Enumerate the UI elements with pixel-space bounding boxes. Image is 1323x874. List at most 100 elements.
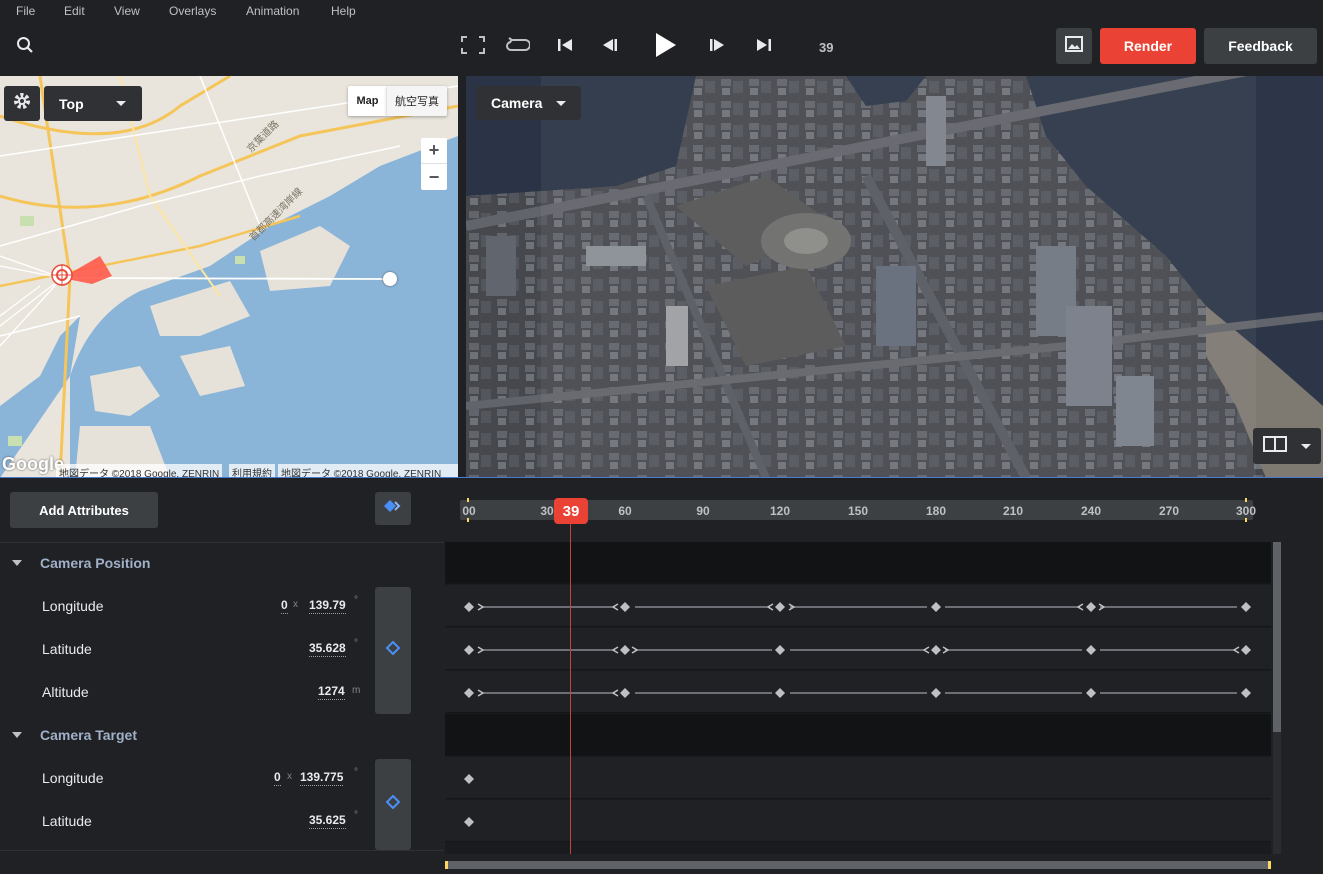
camera-view-dropdown[interactable]: Camera (476, 86, 581, 120)
add-attributes-button[interactable]: Add Attributes (10, 492, 158, 528)
tick-label: 240 (1080, 504, 1102, 518)
menu-file[interactable]: File (16, 4, 35, 18)
unit-label: ° (354, 595, 358, 606)
keyframe-tracks[interactable] (445, 542, 1271, 854)
latitude-field[interactable]: 35.628 (309, 641, 346, 657)
attribute-label: Latitude (42, 641, 92, 657)
menu-overlays[interactable]: Overlays (169, 4, 216, 18)
tick-label: 210 (1002, 504, 1024, 518)
chevron-down-icon (556, 101, 566, 106)
tick-label: 270 (1158, 504, 1180, 518)
step-forward-icon[interactable] (707, 34, 727, 56)
panel-divider[interactable] (458, 76, 466, 478)
range-end-marker[interactable] (1245, 498, 1247, 502)
search-icon[interactable] (14, 34, 36, 56)
divider (0, 850, 444, 851)
longitude-field[interactable]: 139.79 (309, 598, 346, 614)
tick-label: 180 (925, 504, 947, 518)
keyframe-nav-button[interactable] (375, 492, 411, 525)
step-back-icon[interactable] (600, 34, 620, 56)
offset-mark: x (293, 599, 298, 610)
current-frame: 39 (819, 40, 834, 55)
group-title: Camera Target (40, 727, 138, 743)
map-view-dropdown[interactable]: Top (44, 86, 142, 121)
menu-view[interactable]: View (114, 4, 140, 18)
map-attribution-right: 地図データ ©2018 Google, ZENRIN (278, 464, 458, 478)
snapshot-button[interactable] (1056, 28, 1092, 64)
unit-label: ° (354, 638, 358, 649)
camera-viewport[interactable]: Camera (466, 76, 1323, 478)
range-start-marker[interactable] (467, 498, 469, 502)
attribute-label: Latitude (42, 813, 92, 829)
tick-label: 60 (618, 504, 632, 518)
longitude-field[interactable]: 139.775 (300, 770, 344, 786)
group-camera-target[interactable]: Camera Target (0, 715, 444, 755)
menu-animation[interactable]: Animation (246, 4, 299, 18)
playhead-handle[interactable]: 39 (554, 498, 588, 524)
range-start-marker (467, 518, 469, 522)
terms-link[interactable]: 利用規約 (229, 464, 275, 478)
vertical-scroll-thumb[interactable] (1273, 542, 1281, 732)
unit-label: ° (354, 810, 358, 821)
split-view-icon (1263, 435, 1287, 458)
collapse-triangle-icon[interactable] (12, 732, 22, 738)
playhead-line (570, 524, 571, 854)
keyframe-diamond-icon (385, 794, 401, 814)
zoom-in-button[interactable]: + (421, 138, 447, 164)
gear-icon (12, 91, 32, 116)
maptype-map-button[interactable]: Map (348, 86, 387, 116)
layout-toggle-button[interactable] (1253, 428, 1321, 464)
map-settings-button[interactable] (4, 86, 40, 121)
menu-edit[interactable]: Edit (64, 4, 85, 18)
add-keyframe-button[interactable] (375, 587, 411, 714)
map-view-label: Top (59, 95, 84, 112)
group-camera-position[interactable]: Camera Position (0, 543, 444, 583)
tick-label: 00 (462, 504, 476, 518)
google-logo: Google (2, 454, 64, 474)
tick-label: 300 (1235, 504, 1257, 518)
chevron-down-icon (1301, 444, 1311, 449)
unit-label: m (352, 685, 361, 696)
tick-label: 30 (540, 504, 554, 518)
camera-view-label: Camera (491, 95, 543, 111)
keyframe-diamond-icon (385, 640, 401, 660)
tick-label: 90 (696, 504, 710, 518)
camera-target-marker[interactable] (383, 272, 397, 286)
altitude-field[interactable]: 1274 (318, 684, 345, 700)
aerial-view (466, 76, 1323, 478)
add-keyframe-button[interactable] (375, 759, 411, 850)
fullscreen-icon[interactable] (461, 34, 485, 56)
offset-mark: x (287, 771, 292, 782)
keyframe-arrow-icon (384, 499, 402, 518)
map-attribution: 地図データ ©2018 Google, ZENRIN (56, 464, 223, 478)
toolbar: 39 Render Feedback (0, 22, 1323, 76)
offset-field[interactable]: 0 (274, 770, 281, 786)
tick-label: 150 (847, 504, 869, 518)
camera-position-marker[interactable] (50, 263, 74, 292)
skip-to-end-icon[interactable] (755, 34, 773, 56)
attribute-label: Longitude (42, 770, 104, 786)
attribute-label: Longitude (42, 598, 104, 614)
render-button[interactable]: Render (1100, 28, 1196, 64)
horizontal-scrollbar[interactable] (445, 861, 1271, 869)
zoom-out-button[interactable]: − (421, 164, 447, 190)
latitude-field[interactable]: 35.625 (309, 813, 346, 829)
group-title: Camera Position (40, 555, 151, 571)
tick-label: 120 (769, 504, 791, 518)
keyframe-curves[interactable] (445, 542, 1271, 854)
unit-label: ° (354, 767, 358, 778)
loop-icon[interactable] (506, 34, 530, 56)
collapse-triangle-icon[interactable] (12, 560, 22, 566)
offset-field[interactable]: 0 (281, 598, 288, 614)
map-panel[interactable]: 京葉道路 首都高速湾岸線 Top Map 航空写真 + − Google 地図デ… (0, 76, 458, 478)
menu-bar: File Edit View Overlays Animation Help (0, 0, 1323, 22)
skip-to-start-icon[interactable] (556, 34, 574, 56)
menu-help[interactable]: Help (331, 4, 356, 18)
maptype-satellite-button[interactable]: 航空写真 (387, 86, 447, 116)
attribute-label: Altitude (42, 684, 89, 700)
image-icon (1065, 35, 1083, 57)
chevron-down-icon (116, 101, 126, 106)
play-icon[interactable] (652, 32, 678, 58)
timeline-panel: Add Attributes 00 30 60 90 120 150 180 2… (0, 478, 1323, 874)
feedback-button[interactable]: Feedback (1204, 28, 1317, 64)
